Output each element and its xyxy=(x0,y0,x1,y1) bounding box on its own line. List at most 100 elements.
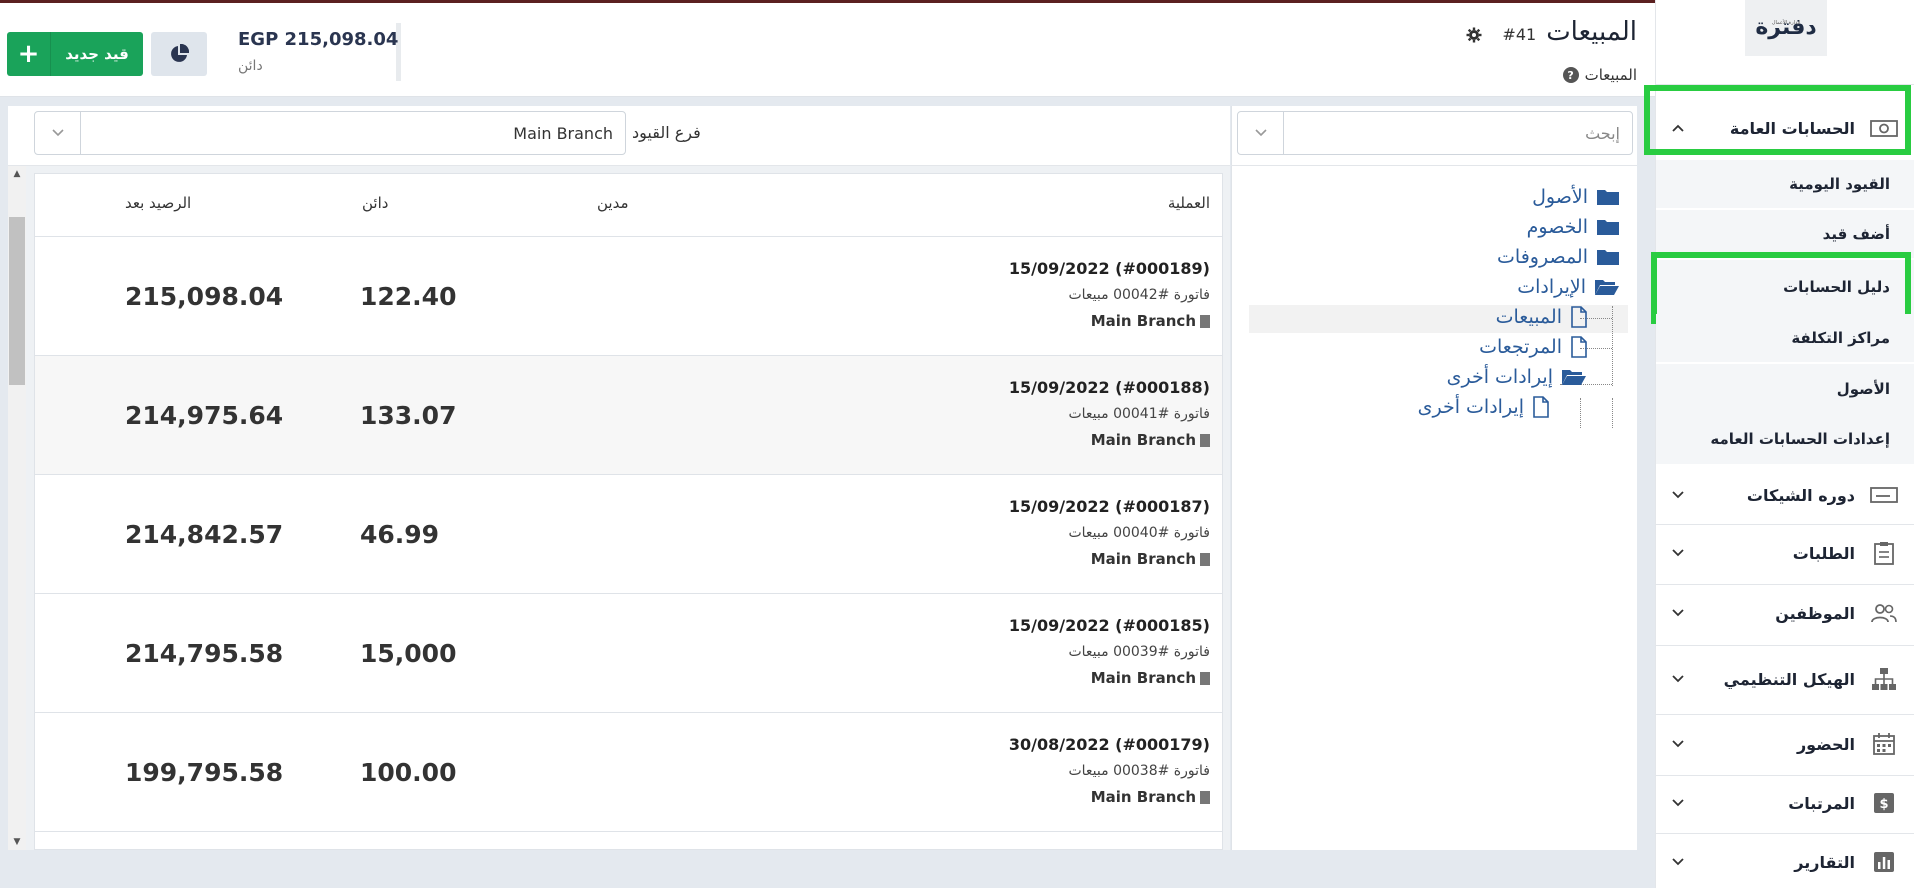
scroll-up-arrow[interactable]: ▲ xyxy=(8,166,26,182)
balance-cell: 214,795.58 xyxy=(125,639,284,668)
branch-select-value: Main Branch xyxy=(513,123,613,143)
operation-cell: 15/09/2022 (#000187) فاتورة #00040 مبيعا… xyxy=(1009,497,1210,568)
sidebar-item-payroll[interactable]: $ المرتبات xyxy=(1656,778,1914,828)
chevron-down-icon xyxy=(1670,854,1686,870)
sidebar-item-cheques[interactable]: دوره الشيكات xyxy=(1656,470,1914,520)
sidebar-subitem-cost-centers[interactable]: مراكز التكلفة xyxy=(1656,314,1914,362)
entry-description: فاتورة #00038 مبيعات xyxy=(1068,763,1210,779)
logo[interactable]: دفترة لإدارة الأعمال xyxy=(1745,0,1827,56)
tree-node-other-revenues-account[interactable]: إيرادات أخرى xyxy=(1418,396,1550,418)
entry-description: فاتورة #00041 مبيعات xyxy=(1068,406,1210,422)
highlight-box xyxy=(1644,85,1911,155)
entry-title[interactable]: 15/09/2022 (#000189) xyxy=(1009,259,1210,278)
sidebar-subitem-daily-entries[interactable]: القيود اليومية xyxy=(1656,160,1914,208)
balance-cell: 199,795.58 xyxy=(125,758,284,787)
file-icon xyxy=(1571,336,1587,358)
check-icon xyxy=(1869,484,1899,506)
tree-guide-line xyxy=(1580,398,1581,428)
org-chart-icon xyxy=(1869,668,1899,690)
balance-cell: 215,098.04 xyxy=(125,282,284,311)
tree-node-assets[interactable]: الأصول xyxy=(1532,186,1620,208)
branch-select[interactable]: Main Branch xyxy=(34,111,626,155)
tree-node-label: المصروفات xyxy=(1497,246,1588,268)
tree-node-sales[interactable]: المبيعات xyxy=(1496,306,1588,328)
branch-name: Main Branch xyxy=(1090,312,1196,330)
tree-node-label: إيرادات أخرى xyxy=(1446,366,1553,388)
tree-node-returns[interactable]: المرتجعات xyxy=(1479,336,1588,358)
sidebar-subitem-assets[interactable]: الأصول xyxy=(1656,364,1914,414)
col-debit: مدين xyxy=(597,194,629,212)
scroll-down-arrow[interactable]: ▼ xyxy=(8,834,26,850)
tree-node-label: الإيرادات xyxy=(1517,276,1586,298)
sidebar-subitem-add-entry[interactable]: أضف قيد xyxy=(1656,210,1914,258)
entry-branch: Main Branch xyxy=(1009,550,1210,568)
table-row[interactable]: 15/09/2022 (#000187) فاتورة #00040 مبيعا… xyxy=(35,475,1222,594)
entry-title[interactable]: 15/09/2022 (#000187) xyxy=(1009,497,1210,516)
sidebar-item-label: الهيكل التنظيمي xyxy=(1723,669,1855,689)
table-row[interactable]: 15/09/2022 (#000188) فاتورة #00041 مبيعا… xyxy=(35,356,1222,475)
entry-title[interactable]: 15/09/2022 (#000185) xyxy=(1009,616,1210,635)
new-entry-label: قيد جديد xyxy=(65,45,129,63)
scrollbar-thumb[interactable] xyxy=(9,217,25,385)
chevron-down-icon xyxy=(1238,112,1284,154)
chart-button[interactable] xyxy=(151,32,207,76)
tree-node-label: المبيعات xyxy=(1495,306,1562,328)
tree-node-other-revenues[interactable]: إيرادات أخرى xyxy=(1447,366,1587,388)
credit-cell: 133.07 xyxy=(360,401,457,430)
divider xyxy=(1656,584,1914,585)
folder-icon xyxy=(1597,250,1619,265)
building-icon xyxy=(1200,314,1210,328)
sidebar-item-employees[interactable]: الموظفين xyxy=(1656,588,1914,638)
tree-node-revenues[interactable]: الإيرادات xyxy=(1517,276,1620,298)
table-header: العملية مدين دائن الرصيد بعد xyxy=(35,174,1222,237)
entry-branch: Main Branch xyxy=(1009,431,1210,449)
entry-title[interactable]: 15/09/2022 (#000188) xyxy=(1009,378,1210,397)
pie-chart-icon xyxy=(171,44,189,62)
sidebar-item-attendance[interactable]: الحضور xyxy=(1656,718,1914,770)
branch-name: Main Branch xyxy=(1090,431,1196,449)
help-icon[interactable]: ? xyxy=(1562,67,1579,83)
entry-branch: Main Branch xyxy=(1009,788,1210,806)
table-row[interactable]: 15/09/2022 (#000185) فاتورة #00039 مبيعا… xyxy=(35,594,1222,713)
new-entry-button[interactable]: + قيد جديد xyxy=(7,32,143,76)
breadcrumb-item[interactable]: المبيعات xyxy=(1585,66,1637,84)
chevron-down-icon xyxy=(1670,605,1686,621)
divider xyxy=(1656,645,1914,646)
transactions-table: العملية مدين دائن الرصيد بعد 15/09/2022 … xyxy=(34,173,1223,850)
sidebar-item-requests[interactable]: الطلبات xyxy=(1656,528,1914,578)
balance-cell: 214,842.57 xyxy=(125,520,284,549)
sidebar-item-reports[interactable]: التقارير xyxy=(1656,837,1914,887)
chevron-down-icon xyxy=(1670,487,1686,503)
table-row[interactable]: 30/08/2022 (#000179) فاتورة #00038 مبيعا… xyxy=(35,713,1222,832)
search-select[interactable]: إبحث xyxy=(1237,111,1633,155)
divider xyxy=(1656,714,1914,715)
entry-title[interactable]: 30/08/2022 (#000179) xyxy=(1009,735,1210,754)
folder-open-icon xyxy=(1562,370,1586,385)
search-placeholder: إبحث xyxy=(1585,123,1620,143)
sidebar-subitem-accounts-settings[interactable]: إعدادات الحسابات العامه xyxy=(1656,414,1914,464)
tree-guide-line xyxy=(1612,398,1613,428)
tree-node-liabilities[interactable]: الخصوم xyxy=(1527,216,1620,238)
page-title-number: #41 xyxy=(1502,25,1537,44)
file-icon xyxy=(1571,306,1587,328)
chevron-down-icon xyxy=(35,112,81,154)
table-row[interactable]: 15/09/2022 (#000189) فاتورة #00042 مبيعا… xyxy=(35,237,1222,356)
entry-branch: Main Branch xyxy=(1009,669,1210,687)
scrollbar[interactable]: ▲ ▼ xyxy=(8,166,26,850)
sidebar-item-org-structure[interactable]: الهيكل التنظيمي xyxy=(1656,652,1914,706)
bar-chart-icon xyxy=(1869,851,1899,873)
tree-node-expenses[interactable]: المصروفات xyxy=(1497,246,1620,268)
building-icon xyxy=(1200,790,1210,804)
users-icon xyxy=(1869,602,1899,624)
gear-icon[interactable] xyxy=(1466,27,1482,43)
operation-cell: 15/09/2022 (#000188) فاتورة #00041 مبيعا… xyxy=(1009,378,1210,449)
sidebar-item-label: الحضور xyxy=(1796,734,1855,754)
operation-cell: 30/08/2022 (#000179) فاتورة #00038 مبيعا… xyxy=(1009,735,1210,806)
operation-cell: 15/09/2022 (#000189) فاتورة #00042 مبيعا… xyxy=(1009,259,1210,330)
balance-summary: EGP 215,098.04 دائن xyxy=(238,29,398,74)
page-title: المبيعات #41 xyxy=(1502,17,1637,47)
tree-node-label: الخصوم xyxy=(1526,216,1588,238)
branch-name: Main Branch xyxy=(1090,669,1196,687)
divider xyxy=(1656,524,1914,525)
credit-cell: 15,000 xyxy=(360,639,457,668)
